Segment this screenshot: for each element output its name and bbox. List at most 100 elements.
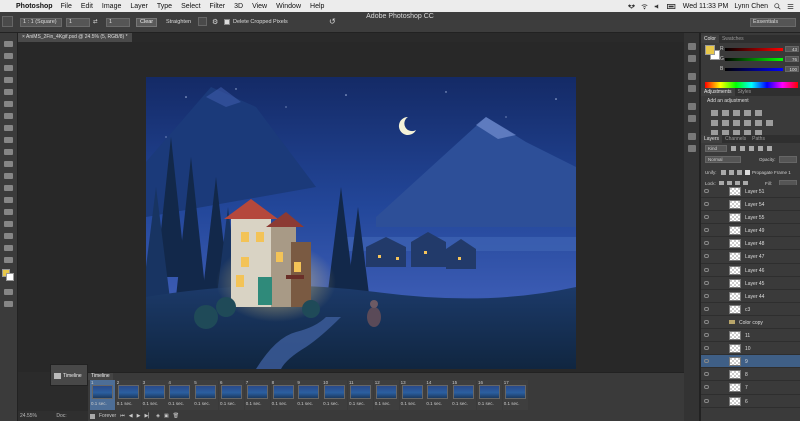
frame-delay[interactable]: 0.1 sec.	[117, 401, 133, 406]
menu-view[interactable]: View	[252, 3, 267, 10]
frame[interactable]: 14 0.1 sec.	[425, 380, 451, 410]
first-frame-icon[interactable]: ⏮	[120, 413, 125, 419]
layer-row[interactable]: Layer 48	[701, 237, 800, 251]
menu-layer[interactable]: Layer	[130, 3, 148, 10]
loop-select[interactable]: Forever	[99, 413, 116, 419]
frame-delay[interactable]: 0.1 sec.	[91, 401, 107, 406]
stamp-tool-icon[interactable]	[4, 137, 13, 143]
frame-delay[interactable]: 0.1 sec.	[426, 401, 442, 406]
frame-delay[interactable]: 0.1 sec.	[323, 401, 339, 406]
filter-smart-icon[interactable]	[767, 146, 772, 151]
visibility-icon[interactable]	[704, 333, 709, 338]
vibrance-icon[interactable]	[755, 110, 762, 116]
shape-tool-icon[interactable]	[4, 245, 13, 251]
crop-tool-icon[interactable]	[2, 16, 13, 27]
layer-row[interactable]: 6	[701, 394, 800, 408]
filter-adjust-icon[interactable]	[740, 146, 745, 151]
convert-icon[interactable]	[90, 413, 95, 419]
frame-delay[interactable]: 0.1 sec.	[478, 401, 494, 406]
frame[interactable]: 16 0.1 sec.	[476, 380, 503, 410]
b-slider[interactable]	[725, 68, 783, 71]
clear-button[interactable]: Clear	[136, 18, 158, 27]
layer-filter-select[interactable]: Kind	[705, 145, 727, 152]
ratio-width-input[interactable]: 1	[66, 18, 90, 27]
timeline-title[interactable]: Timeline	[88, 373, 113, 380]
tween-icon[interactable]: ◈	[156, 413, 160, 419]
frame[interactable]: 17 0.1 sec.	[502, 380, 529, 410]
eraser-tool-icon[interactable]	[4, 161, 13, 167]
photo-filter-icon[interactable]	[744, 120, 751, 126]
levels-icon[interactable]	[722, 110, 729, 116]
crop-tool-icon[interactable]	[4, 89, 13, 95]
menu-window[interactable]: Window	[276, 3, 301, 10]
curves-icon[interactable]	[733, 110, 740, 116]
frame[interactable]: 6 0.1 sec.	[218, 380, 245, 410]
layer-row[interactable]: Layer 47	[701, 250, 800, 264]
reset-icon[interactable]: ↺	[329, 17, 336, 26]
gear-icon[interactable]: ⚙	[212, 18, 218, 26]
actions-icon[interactable]	[688, 133, 696, 140]
tab-layers[interactable]: Layers	[701, 135, 723, 143]
character-icon[interactable]	[688, 103, 696, 110]
frame[interactable]: 1 0.1 sec.	[90, 380, 116, 410]
visibility-icon[interactable]	[704, 228, 709, 233]
tab-swatches[interactable]: Swatches	[719, 35, 747, 43]
menu-image[interactable]: Image	[102, 3, 121, 10]
play-icon[interactable]: ▶	[137, 413, 141, 419]
visibility-icon[interactable]	[704, 319, 709, 324]
tab-paths[interactable]: Paths	[749, 135, 768, 143]
wifi-icon[interactable]	[641, 3, 648, 10]
visibility-icon[interactable]	[704, 202, 709, 207]
frame-delay[interactable]: 0.1 sec.	[297, 401, 313, 406]
visibility-icon[interactable]	[704, 385, 709, 390]
gradient-tool-icon[interactable]	[4, 173, 13, 179]
visibility-icon[interactable]	[704, 215, 709, 220]
timeline-collapsed-panel[interactable]: Timeline	[50, 364, 88, 386]
frame[interactable]: 12 0.1 sec.	[373, 380, 400, 410]
layer-row[interactable]: 10	[701, 342, 800, 356]
battery-icon[interactable]	[666, 3, 677, 10]
tab-adjustments[interactable]: Adjustments	[701, 88, 735, 96]
color-lookup-icon[interactable]	[766, 120, 773, 126]
visibility-icon[interactable]	[704, 346, 709, 351]
exposure-icon[interactable]	[744, 110, 751, 116]
delete-cropped-checkbox[interactable]	[224, 19, 230, 25]
frame-delay[interactable]: 0.1 sec.	[168, 401, 184, 406]
frame-delay[interactable]: 0.1 sec.	[401, 401, 417, 406]
color-balance-icon[interactable]	[722, 120, 729, 126]
propagate-checkbox[interactable]	[745, 170, 750, 175]
blur-tool-icon[interactable]	[4, 185, 13, 191]
marquee-tool-icon[interactable]	[4, 53, 13, 59]
visibility-icon[interactable]	[704, 241, 709, 246]
visibility-icon[interactable]	[704, 267, 709, 272]
visibility-icon[interactable]	[704, 372, 709, 377]
info-icon[interactable]	[688, 73, 696, 80]
menu-filter[interactable]: Filter	[210, 3, 226, 10]
type-tool-icon[interactable]	[4, 221, 13, 227]
frame[interactable]: 5 0.1 sec.	[193, 380, 219, 410]
frame-delay[interactable]: 0.1 sec.	[349, 401, 365, 406]
history-icon[interactable]	[688, 43, 696, 50]
properties-icon[interactable]	[688, 55, 696, 62]
blend-mode-select[interactable]: Normal	[705, 156, 741, 163]
visibility-icon[interactable]	[704, 306, 709, 311]
g-value[interactable]: 76	[785, 56, 799, 62]
frame[interactable]: 2 0.1 sec.	[115, 380, 142, 410]
menu-type[interactable]: Type	[157, 3, 172, 10]
layer-row[interactable]: 11	[701, 329, 800, 343]
overlay-grid-icon[interactable]	[198, 17, 207, 26]
frame[interactable]: 11 0.1 sec.	[347, 380, 374, 410]
search-icon[interactable]	[774, 2, 781, 10]
next-frame-icon[interactable]: ▶▏	[144, 413, 152, 419]
frame-delay[interactable]: 0.1 sec.	[194, 401, 210, 406]
brightness-icon[interactable]	[711, 110, 718, 116]
layer-row[interactable]: Layer 46	[701, 263, 800, 277]
layer-row[interactable]: Layer 54	[701, 198, 800, 212]
quick-mask-icon[interactable]	[4, 289, 13, 295]
tab-channels[interactable]: Channels	[722, 135, 749, 143]
hue-saturation-icon[interactable]	[711, 120, 718, 126]
move-tool-icon[interactable]	[4, 41, 13, 47]
layer-row-selected[interactable]: 9	[701, 355, 800, 369]
menu-3d[interactable]: 3D	[234, 3, 243, 10]
hand-tool-icon[interactable]	[4, 257, 13, 263]
